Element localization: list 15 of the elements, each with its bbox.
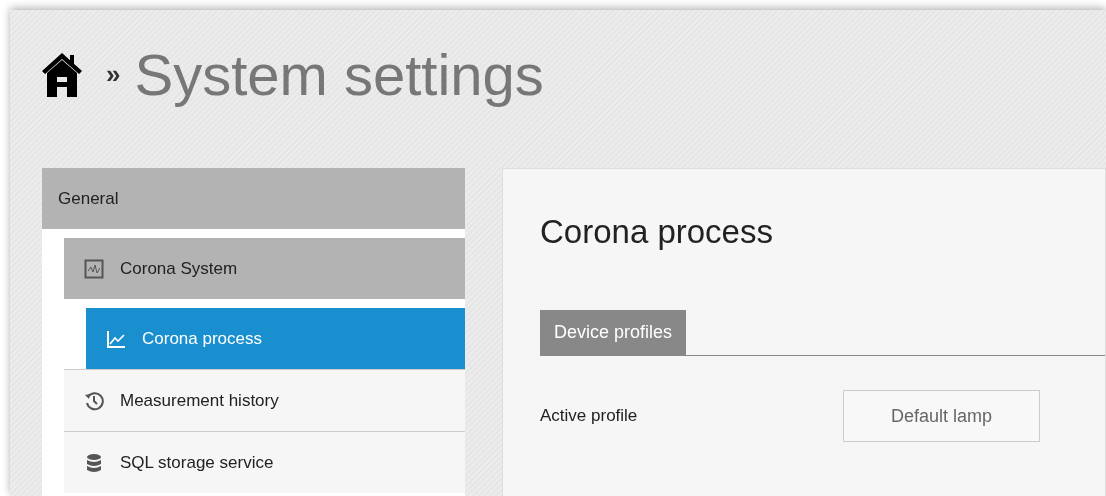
sidebar-item[interactable]: Corona System bbox=[64, 238, 465, 299]
breadcrumb-separator: » bbox=[106, 58, 121, 90]
tab[interactable]: Device profiles bbox=[540, 310, 687, 355]
history-icon bbox=[84, 390, 104, 411]
section-title: Corona process bbox=[540, 213, 774, 251]
field-label: Active profile bbox=[540, 406, 639, 426]
line-chart-icon bbox=[106, 328, 126, 349]
sidebar-group-header[interactable]: General bbox=[42, 168, 465, 229]
profile-button[interactable]: Default lamp bbox=[843, 390, 1040, 442]
database-icon bbox=[84, 452, 104, 473]
waveform-icon bbox=[84, 258, 104, 279]
sidebar-item[interactable]: SQL storage service bbox=[64, 431, 465, 493]
page-title: System settings bbox=[134, 40, 544, 108]
sidebar-item[interactable]: Corona process bbox=[86, 308, 465, 369]
sidebar-item[interactable]: Measurement history bbox=[64, 369, 465, 431]
